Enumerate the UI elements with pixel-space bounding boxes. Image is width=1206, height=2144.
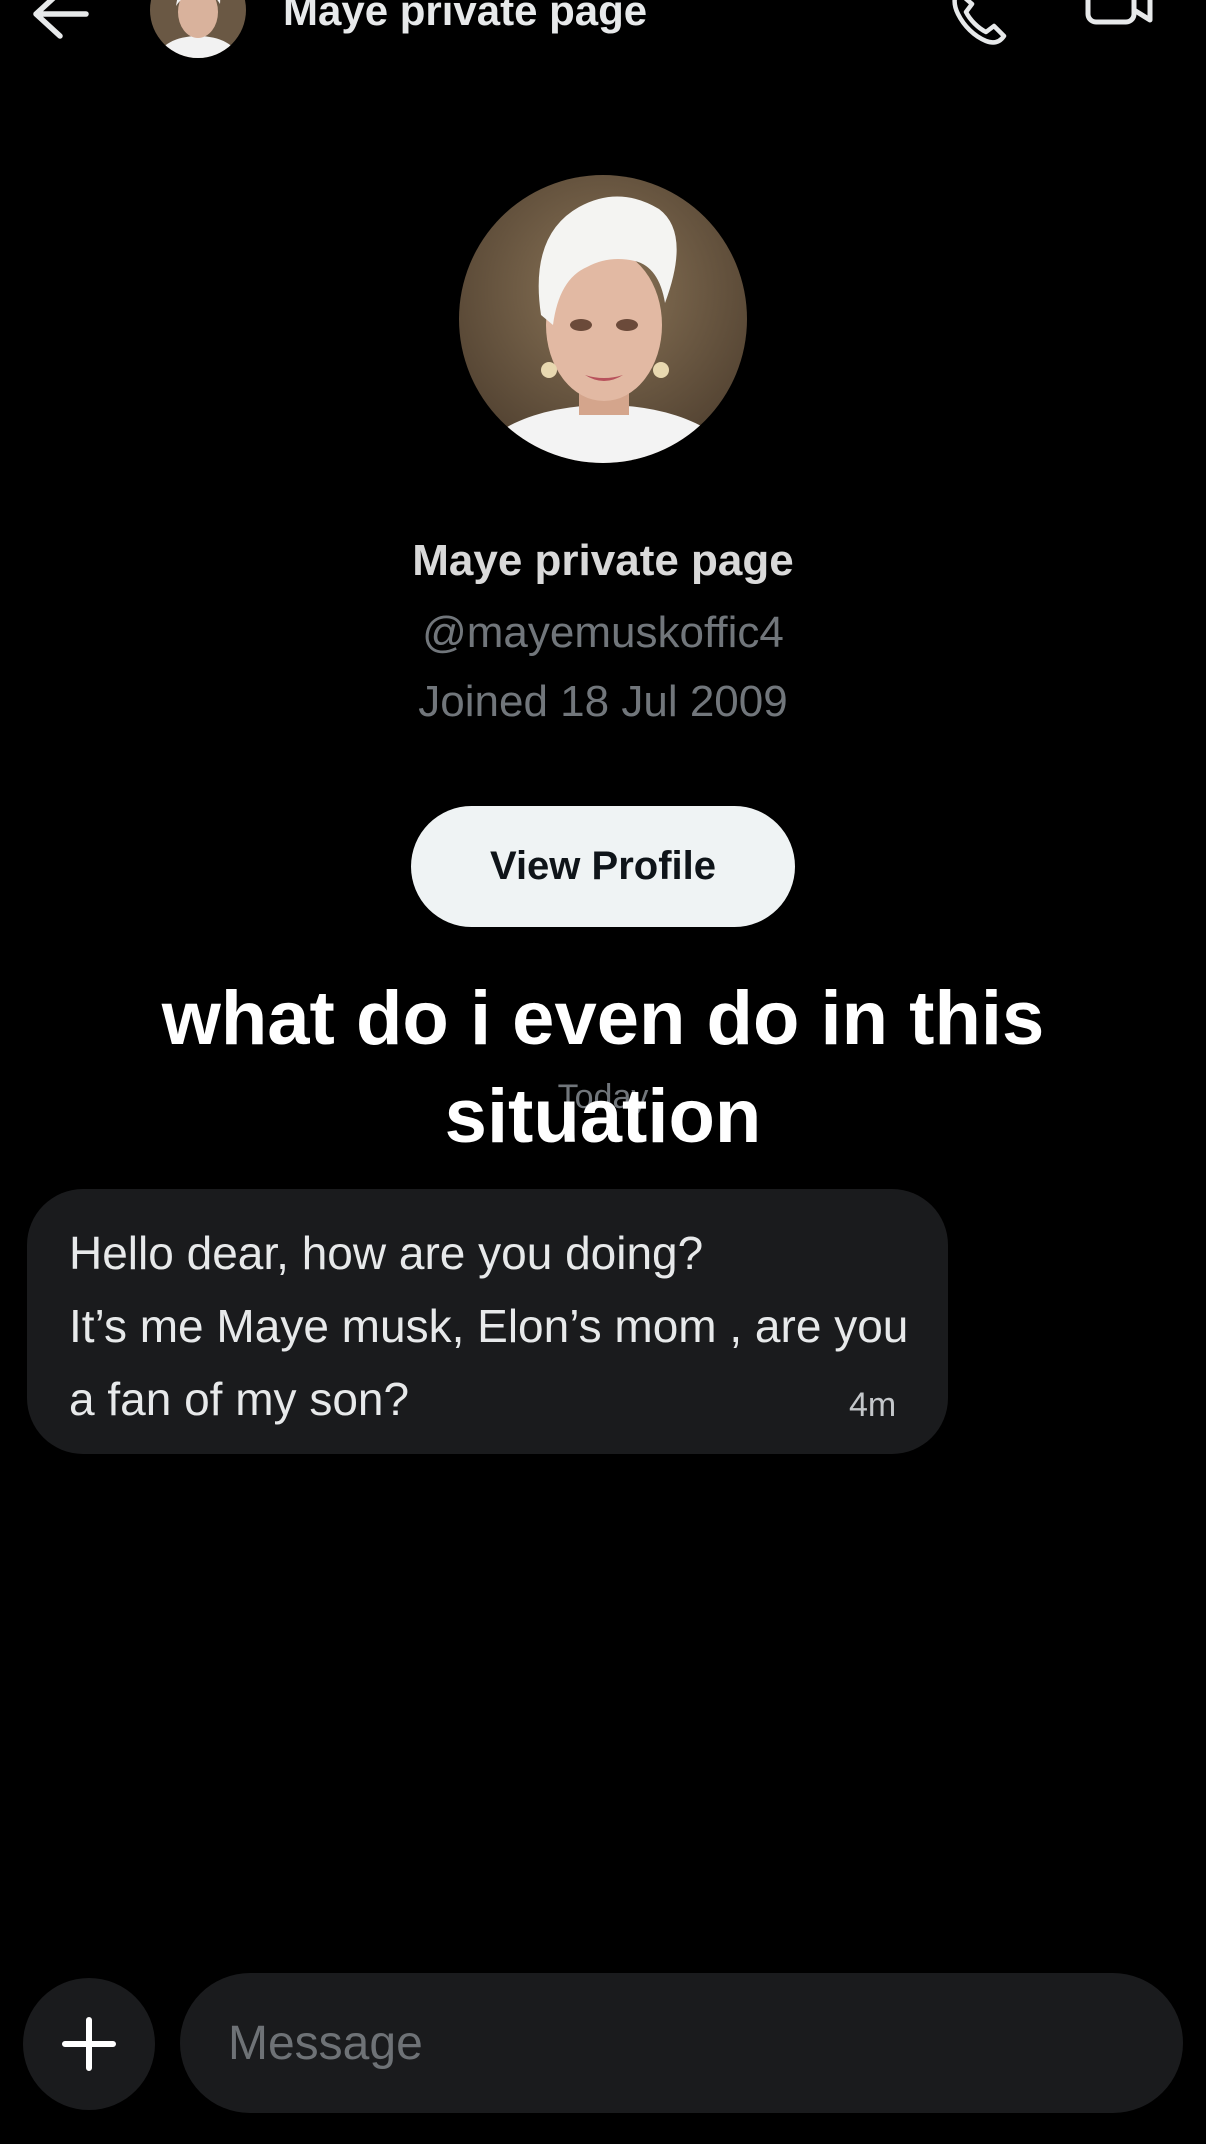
- overlay-caption: what do i even do in this situation: [161, 976, 1045, 1159]
- video-call-button[interactable]: [1084, 0, 1156, 46]
- profile-handle: @mayemuskoffic4: [422, 608, 784, 657]
- message-text: Hello dear, how are you doing? It’s me M…: [69, 1227, 909, 1425]
- back-button[interactable]: [28, 0, 94, 44]
- phone-icon: [952, 0, 1007, 45]
- avatar-image: [150, 0, 246, 58]
- voice-call-button[interactable]: [948, 0, 1010, 46]
- arrow-left-icon: [33, 0, 89, 39]
- message-bubble[interactable]: Hello dear, how are you doing? It’s me M…: [27, 1189, 948, 1454]
- add-attachment-button[interactable]: [23, 1978, 155, 2110]
- video-camera-icon: [1085, 0, 1153, 25]
- profile-joined-date: Joined 18 Jul 2009: [418, 677, 788, 726]
- header-avatar[interactable]: [150, 0, 246, 58]
- conversation-header: Maye private page: [0, 0, 1206, 70]
- profile-name: Maye private page: [412, 536, 794, 585]
- header-title: Maye private page: [283, 0, 648, 34]
- message-timestamp: 4m: [849, 1386, 897, 1424]
- avatar-image: [459, 175, 747, 463]
- message-input[interactable]: [180, 1973, 1183, 2113]
- plus-icon: [62, 2017, 116, 2071]
- view-profile-button[interactable]: View Profile: [411, 806, 795, 927]
- profile-avatar[interactable]: [459, 175, 747, 463]
